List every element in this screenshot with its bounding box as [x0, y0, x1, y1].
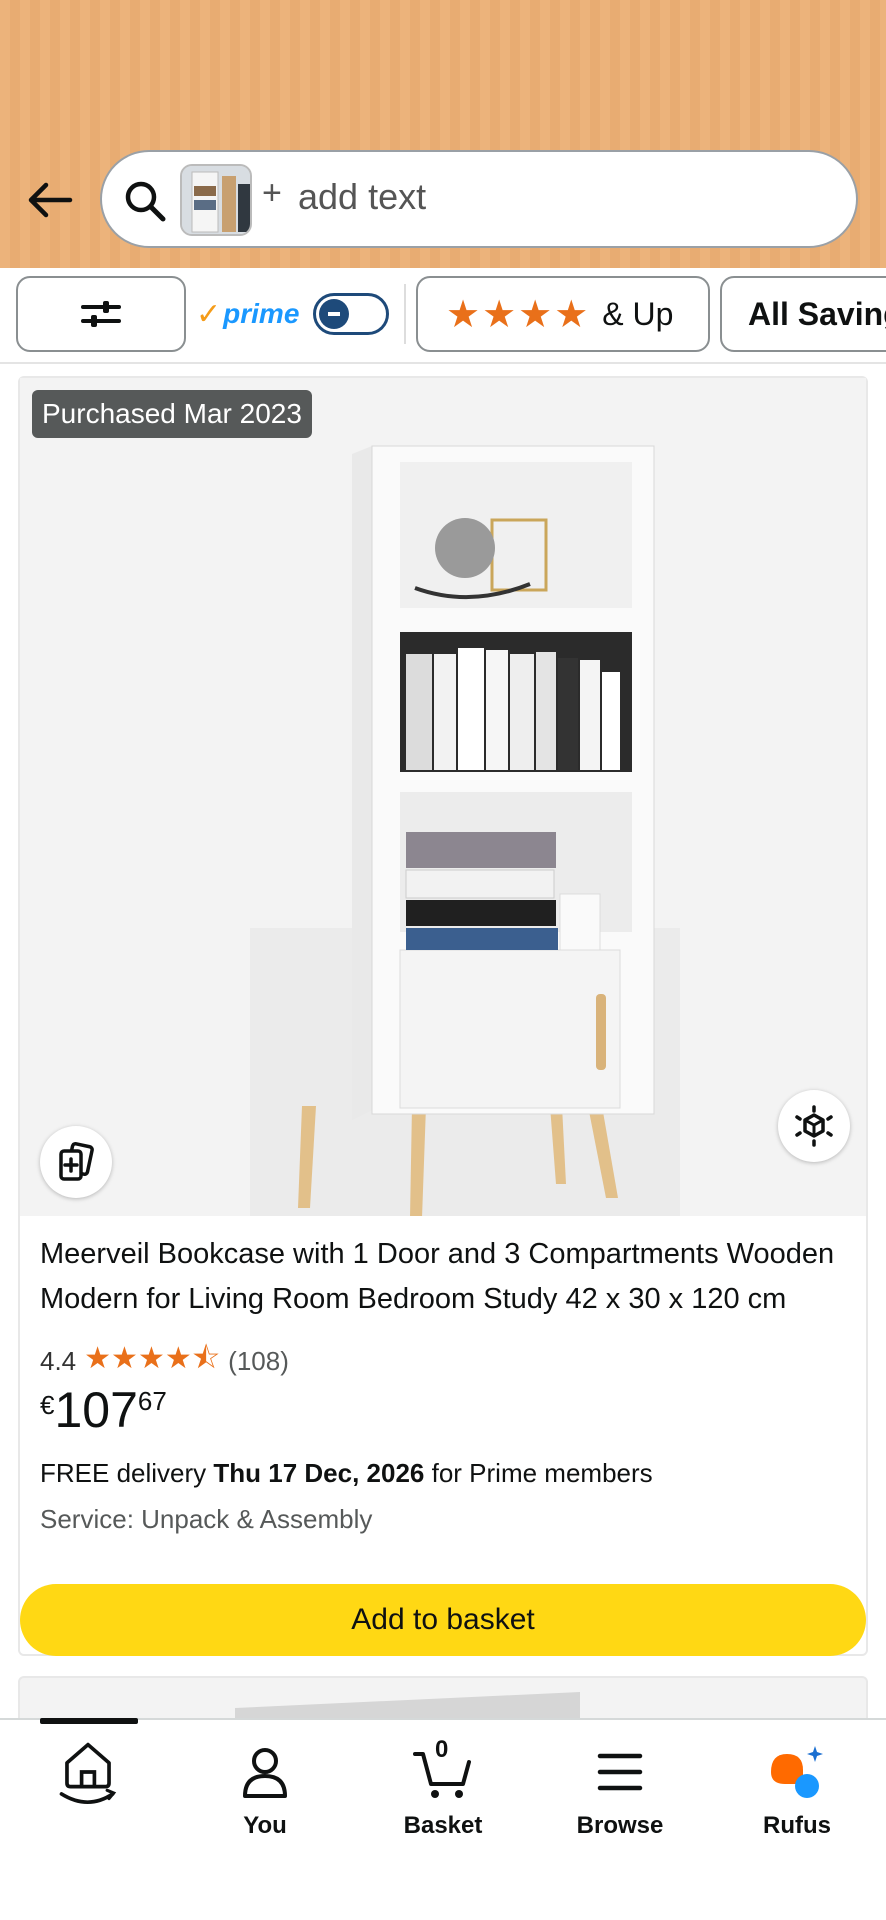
bookcase-image [20, 378, 866, 1218]
filter-bar: ✓ prime ★★★★ & Up All Savings [0, 268, 886, 364]
nav-rufus[interactable]: Rufus [717, 1740, 877, 1850]
compare-cards-icon [59, 1142, 94, 1181]
search-icon[interactable] [122, 178, 168, 224]
prime-check-icon: ✓ [196, 297, 222, 331]
search-image-thumbnail[interactable] [180, 164, 252, 236]
nav-home[interactable] [8, 1740, 168, 1850]
toggle-knob [319, 299, 350, 329]
price-currency: € [40, 1390, 55, 1420]
prime-toggle[interactable] [313, 293, 390, 335]
nav-you-label: You [243, 1812, 287, 1839]
sliders-icon [81, 301, 121, 327]
menu-icon [588, 1740, 652, 1804]
compare-button[interactable] [40, 1126, 112, 1198]
search-placeholder[interactable]: add text [298, 176, 426, 218]
product-title[interactable]: Meerveil Bookcase with 1 Door and 3 Comp… [40, 1232, 850, 1322]
purchased-badge: Purchased Mar 2023 [32, 390, 312, 438]
rufus-icon [765, 1740, 829, 1804]
add-to-basket-button[interactable]: Add to basket [20, 1584, 866, 1656]
basket-count: 0 [435, 1736, 449, 1763]
prime-filter[interactable]: ✓ prime [196, 276, 390, 352]
person-icon [233, 1740, 297, 1804]
price-fraction: 67 [137, 1386, 167, 1416]
stars-chip-label: & Up [602, 295, 674, 332]
nav-rufus-label: Rufus [763, 1812, 831, 1839]
price: € 107 67 [40, 1380, 167, 1440]
cube-3d-icon [795, 1105, 833, 1147]
nav-browse[interactable]: Browse [540, 1740, 700, 1850]
arrow-left-icon [28, 182, 73, 218]
search-bar[interactable]: + add text [100, 150, 858, 248]
four-stars-up-chip[interactable]: ★★★★ & Up [416, 276, 710, 352]
rating-value: 4.4 [40, 1346, 77, 1376]
home-icon [56, 1740, 120, 1804]
delivery-prefix: FREE delivery [40, 1458, 214, 1488]
delivery-suffix: for Prime members [424, 1458, 653, 1488]
rating-count: (108) [228, 1346, 289, 1376]
nav-you[interactable]: You [185, 1740, 345, 1850]
delivery-info: FREE delivery Thu 17 Dec, 2026 for Prime… [40, 1458, 653, 1489]
product-card[interactable]: Purchased Mar 2023 Meerveil Bookcase wit… [18, 376, 868, 1656]
nav-basket[interactable]: 0 Basket [363, 1736, 523, 1850]
bookcase-thumbnail-image [182, 166, 250, 234]
header: + add text [0, 0, 886, 268]
savings-chip-label: All Savings [748, 295, 886, 332]
price-whole: 107 [54, 1382, 138, 1438]
product-image[interactable]: Purchased Mar 2023 [20, 378, 866, 1218]
add-text-plus: + [262, 174, 282, 212]
filter-settings-button[interactable] [16, 276, 186, 352]
star-icons: ★★★★ [446, 293, 591, 336]
service-info: Service: Unpack & Assembly [40, 1504, 373, 1534]
view-in-3d-button[interactable] [778, 1090, 850, 1162]
delivery-date: Thu 17 Dec, 2026 [213, 1458, 425, 1488]
cart-icon: 0 [411, 1736, 475, 1804]
page: + add text ✓ prime ★★★★ & Up All Savings [0, 0, 886, 1920]
nav-basket-label: Basket [403, 1812, 483, 1839]
prime-label: prime [223, 298, 300, 329]
filter-divider [404, 284, 406, 344]
all-savings-chip[interactable]: All Savings [720, 276, 886, 352]
back-button[interactable] [22, 172, 78, 228]
bottom-navigation: You 0 Basket Browse Rufus [0, 1718, 886, 1920]
active-tab-indicator [40, 1718, 138, 1724]
nav-browse-label: Browse [576, 1812, 664, 1839]
